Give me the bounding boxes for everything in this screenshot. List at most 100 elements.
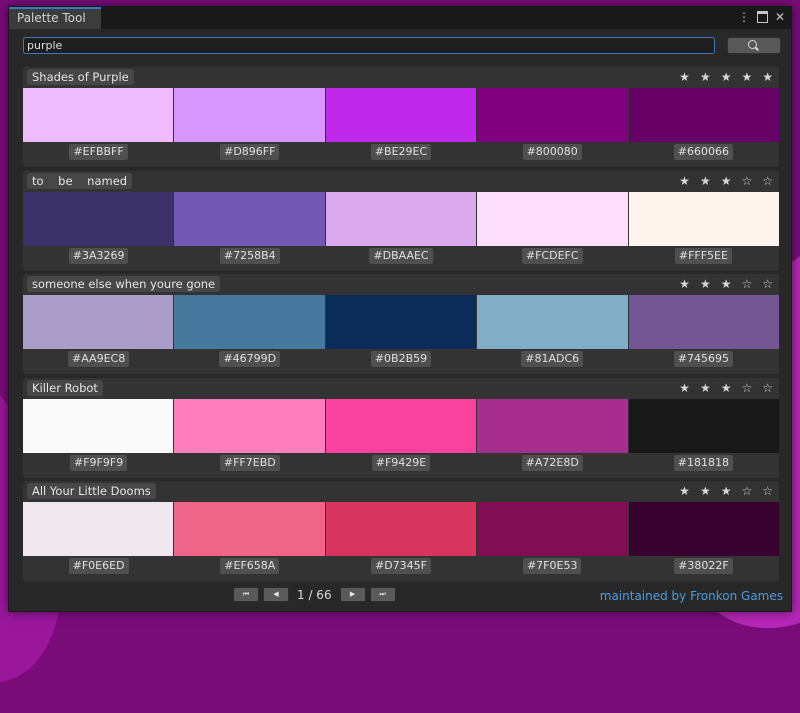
hex-code-button[interactable]: #660066 [673, 144, 734, 160]
hex-cell: #181818 [628, 455, 779, 473]
color-swatch[interactable] [477, 399, 628, 453]
hex-code-button[interactable]: #AA9EC8 [68, 351, 130, 367]
color-swatch[interactable] [628, 295, 780, 349]
prev-page-button[interactable]: ◀ [263, 587, 289, 602]
maintainer-credit-link[interactable]: maintained by Fronkon Games [600, 589, 783, 603]
star-filled-icon[interactable]: ★ [679, 171, 690, 191]
close-icon[interactable]: ✕ [775, 10, 785, 24]
star-filled-icon[interactable]: ★ [741, 67, 752, 87]
hex-code-button[interactable]: #7258B4 [219, 248, 280, 264]
color-swatch[interactable] [23, 88, 174, 142]
color-swatch[interactable] [628, 399, 780, 453]
star-empty-icon[interactable]: ☆ [741, 481, 752, 501]
hex-code-button[interactable]: #FFF5EE [674, 248, 732, 264]
color-swatches [23, 295, 780, 349]
color-swatch[interactable] [325, 295, 477, 349]
maximize-icon[interactable] [756, 11, 768, 23]
star-filled-icon[interactable]: ★ [700, 67, 711, 87]
hex-code-button[interactable]: #FCDEFC [521, 248, 583, 264]
star-filled-icon[interactable]: ★ [700, 274, 711, 294]
star-filled-icon[interactable]: ★ [679, 67, 690, 87]
star-empty-icon[interactable]: ☆ [762, 378, 773, 398]
hex-code-button[interactable]: #D7345F [371, 558, 432, 574]
star-empty-icon[interactable]: ☆ [741, 274, 752, 294]
hex-code-button[interactable]: #181818 [673, 455, 734, 471]
first-page-button[interactable]: ⏮ [233, 587, 259, 602]
star-filled-icon[interactable]: ★ [679, 481, 690, 501]
palette-row: All Your Little Dooms ★ ★ ★ ☆ ☆ #F0E6ED #EF658A… [23, 481, 780, 581]
hex-code-button[interactable]: #800080 [522, 144, 582, 160]
hex-cell: #745695 [628, 351, 779, 369]
hex-code-button[interactable]: #745695 [673, 351, 734, 367]
color-swatch[interactable] [174, 502, 325, 556]
hex-code-button[interactable]: #F9F9F9 [70, 455, 128, 471]
color-swatch[interactable] [628, 88, 780, 142]
color-swatch[interactable] [477, 502, 628, 556]
color-swatch[interactable] [477, 295, 628, 349]
color-swatch[interactable] [23, 192, 174, 246]
star-empty-icon[interactable]: ☆ [741, 378, 752, 398]
star-filled-icon[interactable]: ★ [762, 67, 773, 87]
star-filled-icon[interactable]: ★ [721, 67, 732, 87]
star-filled-icon[interactable]: ★ [700, 378, 711, 398]
color-swatch[interactable] [174, 399, 325, 453]
hex-code-button[interactable]: #BE29EC [370, 144, 432, 160]
star-filled-icon[interactable]: ★ [721, 378, 732, 398]
color-swatch[interactable] [174, 192, 325, 246]
color-swatch[interactable] [325, 399, 477, 453]
hex-cell: #3A3269 [23, 248, 174, 266]
star-filled-icon[interactable]: ★ [679, 274, 690, 294]
star-filled-icon[interactable]: ★ [721, 171, 732, 191]
hex-cell: #DBAAEC [325, 248, 476, 266]
color-swatch[interactable] [174, 295, 325, 349]
star-filled-icon[interactable]: ★ [679, 378, 690, 398]
hex-code-button[interactable]: #EF658A [220, 558, 280, 574]
palette-row: Shades of Purple ★ ★ ★ ★ ★ #EFBBFF #D896FF #BE29… [23, 67, 780, 167]
hex-code-button[interactable]: #7F0E53 [522, 558, 582, 574]
hex-code-button[interactable]: #A72E8D [521, 455, 583, 471]
color-swatch[interactable] [628, 192, 780, 246]
kebab-menu-icon[interactable]: ⋮ [738, 10, 750, 24]
hex-code-button[interactable]: #FF7EBD [219, 455, 280, 471]
hex-cell: #660066 [628, 144, 779, 162]
rating-stars: ★ ★ ★ ☆ ☆ [679, 171, 773, 191]
hex-code-button[interactable]: #38022F [674, 558, 733, 574]
color-swatch[interactable] [628, 502, 780, 556]
hex-cell: #F9F9F9 [23, 455, 174, 473]
search-input[interactable] [23, 37, 715, 54]
last-page-button[interactable]: ⏭ [369, 587, 396, 602]
search-icon [748, 40, 757, 49]
star-empty-icon[interactable]: ☆ [762, 274, 773, 294]
hex-code-button[interactable]: #F0E6ED [68, 558, 129, 574]
color-swatch[interactable] [325, 502, 477, 556]
hex-cell: #D896FF [174, 144, 325, 162]
star-filled-icon[interactable]: ★ [721, 274, 732, 294]
color-swatch[interactable] [477, 192, 628, 246]
color-swatch[interactable] [325, 192, 477, 246]
window-tab[interactable]: Palette Tool [9, 7, 101, 29]
hex-code-button[interactable]: #EFBBFF [69, 144, 128, 160]
hex-code-button[interactable]: #3A3269 [68, 248, 129, 264]
star-filled-icon[interactable]: ★ [700, 481, 711, 501]
rating-stars: ★ ★ ★ ★ ★ [679, 67, 773, 87]
star-empty-icon[interactable]: ☆ [762, 481, 773, 501]
hex-code-button[interactable]: #F9429E [371, 455, 431, 471]
color-swatch[interactable] [23, 502, 174, 556]
hex-code-button[interactable]: #DBAAEC [369, 248, 433, 264]
hex-code-button[interactable]: #0B2B59 [370, 351, 432, 367]
hex-code-button[interactable]: #46799D [219, 351, 281, 367]
hex-code-button[interactable]: #81ADC6 [521, 351, 584, 367]
color-swatch[interactable] [477, 88, 628, 142]
search-button[interactable] [727, 37, 781, 54]
star-filled-icon[interactable]: ★ [700, 171, 711, 191]
star-filled-icon[interactable]: ★ [721, 481, 732, 501]
hex-labels: #F0E6ED #EF658A #D7345F #7F0E53 #38022F [23, 558, 779, 576]
color-swatch[interactable] [23, 399, 174, 453]
color-swatch[interactable] [174, 88, 325, 142]
star-empty-icon[interactable]: ☆ [762, 171, 773, 191]
color-swatch[interactable] [325, 88, 477, 142]
next-page-button[interactable]: ▶ [339, 587, 366, 602]
star-empty-icon[interactable]: ☆ [741, 171, 752, 191]
color-swatch[interactable] [23, 295, 174, 349]
hex-code-button[interactable]: #D896FF [220, 144, 280, 160]
